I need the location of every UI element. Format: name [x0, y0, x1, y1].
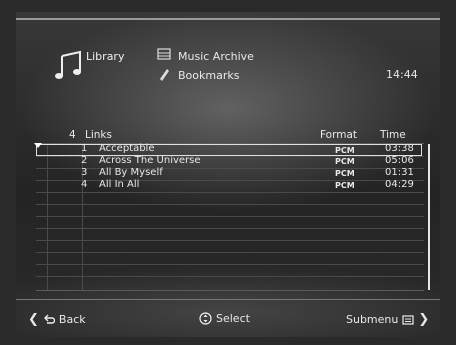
track-format: PCM — [335, 146, 355, 155]
table-row[interactable]: 3 All By Myself PCM 01:31 — [36, 167, 422, 180]
track-number: 2 — [81, 155, 88, 166]
chevron-left-icon: ❮ — [28, 312, 39, 327]
track-list: 1 Acceptable PCM 03:38 2 Across The Univ… — [36, 143, 424, 291]
clock: 14:44 — [386, 68, 418, 81]
submenu-label: Submenu — [346, 313, 399, 326]
track-time: 05:06 — [385, 155, 414, 166]
table-header: 4 Links Format Time — [36, 129, 434, 143]
header-divider — [16, 18, 440, 20]
item-count: 4 — [69, 129, 76, 141]
footer-bar: ❮ Back Select Submenu ❯ — [16, 304, 440, 330]
bookmark-icon — [160, 69, 169, 81]
column-time: Time — [380, 129, 406, 141]
select-button[interactable]: Select — [199, 312, 250, 325]
track-title: Across The Universe — [99, 155, 201, 166]
selection-arrow-icon — [34, 143, 42, 148]
archive-icon — [157, 48, 171, 60]
library-label[interactable]: Library — [86, 50, 124, 63]
music-note-icon — [55, 50, 81, 79]
back-arrow-icon — [43, 314, 55, 324]
track-time: 04:29 — [385, 179, 414, 190]
music-archive-label[interactable]: Music Archive — [178, 50, 254, 63]
track-title: All By Myself — [99, 167, 163, 178]
table-row[interactable]: 2 Across The Universe PCM 05:06 — [36, 155, 422, 168]
track-number: 1 — [81, 143, 88, 154]
bookmarks-label[interactable]: Bookmarks — [178, 69, 239, 82]
back-label: Back — [58, 313, 86, 326]
back-button[interactable]: ❮ Back — [28, 312, 86, 327]
track-format: PCM — [335, 181, 355, 190]
table-row[interactable]: 4 All In All PCM 04:29 — [36, 179, 422, 192]
track-format: PCM — [335, 157, 355, 166]
track-time: 03:38 — [385, 143, 414, 154]
track-number: 3 — [81, 167, 88, 178]
track-number: 4 — [81, 179, 88, 190]
media-screen: Library Music Archive Bookmarks 14:44 4 … — [16, 12, 440, 337]
column-links: Links — [85, 129, 112, 141]
track-format: PCM — [335, 169, 355, 178]
select-label: Select — [216, 312, 250, 325]
track-title: Acceptable — [99, 143, 155, 154]
submenu-button[interactable]: Submenu ❯ — [346, 312, 429, 327]
track-table: 4 Links Format Time 1 Acceptable PCM 03:… — [36, 129, 434, 291]
column-format: Format — [320, 129, 358, 141]
track-title: All In All — [99, 179, 140, 190]
footer-divider — [16, 299, 440, 300]
table-row[interactable]: 1 Acceptable PCM 03:38 — [36, 143, 422, 156]
scrollbar[interactable] — [428, 144, 430, 290]
track-time: 01:31 — [385, 167, 414, 178]
chevron-right-icon: ❯ — [418, 312, 430, 327]
dpad-icon — [199, 312, 212, 325]
submenu-icon — [402, 314, 414, 325]
